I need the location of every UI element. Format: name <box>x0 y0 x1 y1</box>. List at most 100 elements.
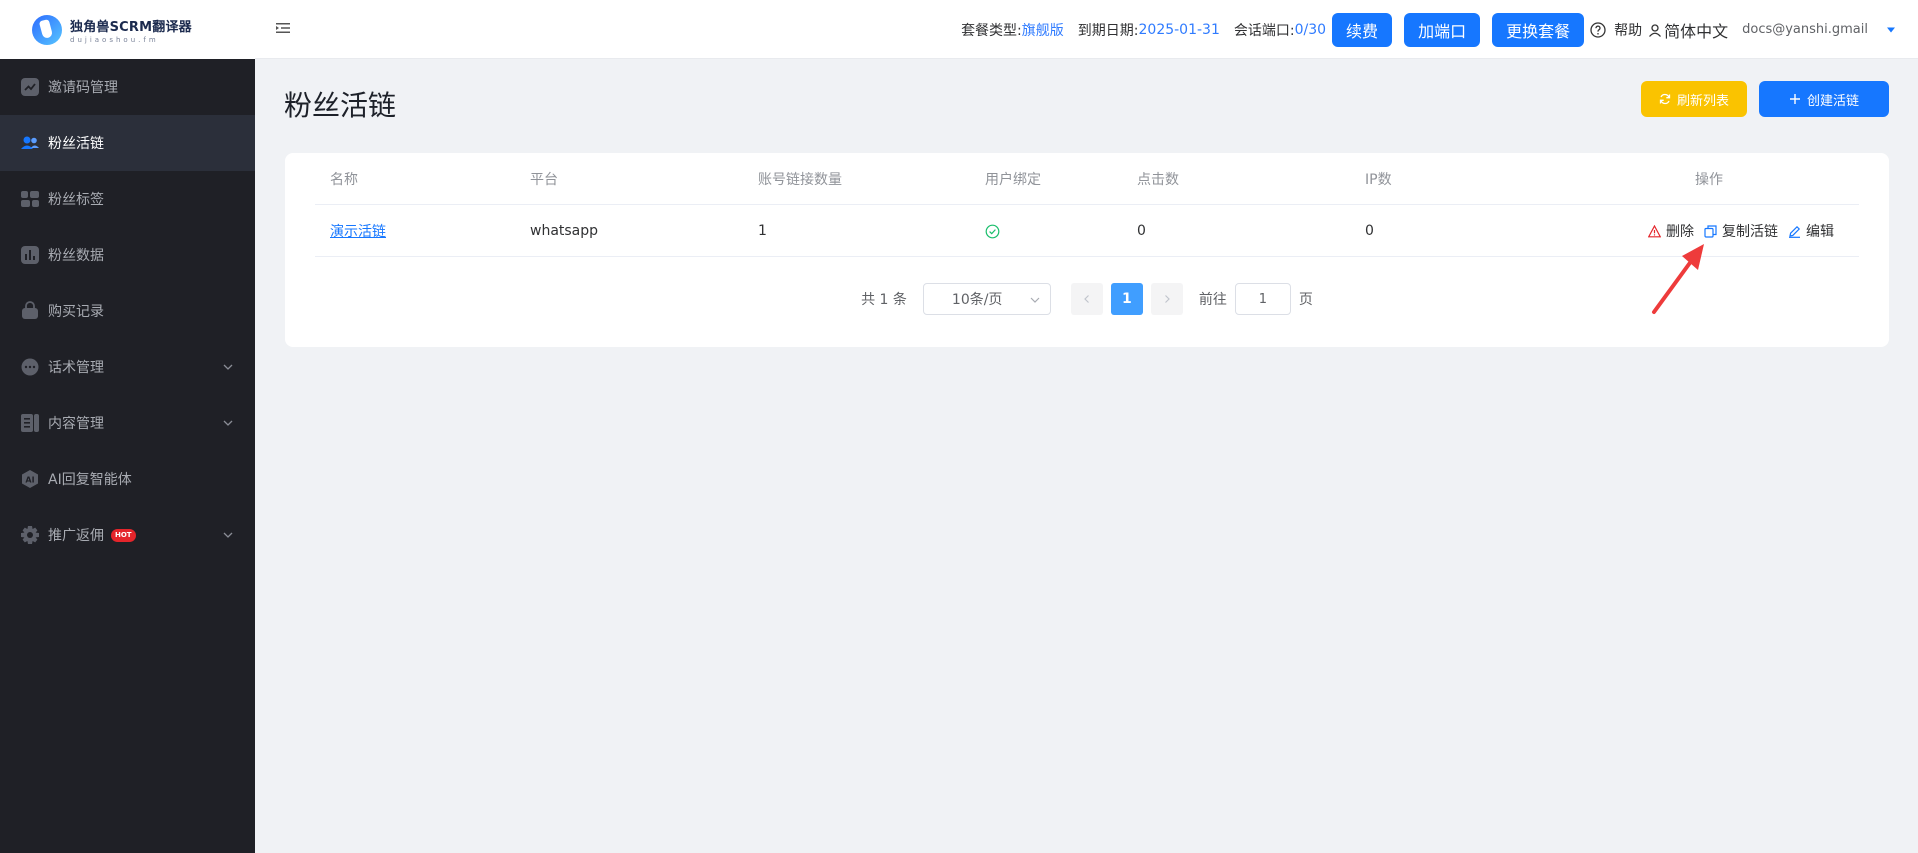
svg-text:AI: AI <box>25 476 34 485</box>
change-plan-button[interactable]: 更换套餐 <box>1492 12 1585 47</box>
chevron-left-icon <box>1084 295 1089 303</box>
brand-title: 独角兽SCRM翻译器 <box>70 19 192 35</box>
chart-trend-icon <box>20 77 40 97</box>
account-links-cell: 1 <box>758 223 767 239</box>
sidebar-item-fan-links[interactable]: 粉丝活链 <box>0 115 255 171</box>
column-header-account-links: 账号链接数量 <box>758 172 842 188</box>
column-header-actions: 操作 <box>1695 172 1723 188</box>
chevron-right-icon <box>1164 295 1170 303</box>
goto-page-input[interactable] <box>1234 283 1291 315</box>
sidebar-item-label: AI回复智能体 <box>48 472 132 488</box>
sidebar-item-label: 内容管理 <box>48 416 104 432</box>
plan-type-label: 套餐类型: <box>961 22 1022 39</box>
ips-cell: 0 <box>1365 223 1374 239</box>
clicks-cell: 0 <box>1137 223 1146 239</box>
language-selector[interactable]: 简体中文 <box>1648 18 1728 42</box>
sidebar-item-scripts[interactable]: 话术管理 <box>0 339 255 395</box>
sidebar-item-label: 推广返佣 <box>48 528 104 544</box>
edit-label: 编辑 <box>1806 224 1834 240</box>
sidebar-item-label: 粉丝数据 <box>48 248 104 264</box>
warning-icon <box>1648 224 1661 237</box>
column-header-clicks: 点击数 <box>1137 172 1179 188</box>
sidebar-item-label: 邀请码管理 <box>48 80 118 96</box>
copy-icon <box>1704 224 1717 238</box>
sidebar-item-fan-data[interactable]: 粉丝数据 <box>0 227 255 283</box>
tag-icon <box>20 189 40 209</box>
session-ports-label: 会话端口: <box>1233 22 1295 39</box>
page-size-value: 10条/页 <box>951 292 1003 308</box>
goto-label: 前往 <box>1198 292 1227 308</box>
plus-icon <box>1789 94 1800 104</box>
table-header: 名称 平台 账号链接数量 用户绑定 点击数 IP数 操作 <box>315 153 1859 205</box>
annotation-arrow-icon <box>1652 244 1704 314</box>
sidebar-item-invite-codes[interactable]: 邀请码管理 <box>0 59 255 115</box>
chat-icon <box>20 357 40 377</box>
bar-chart-icon <box>20 245 40 265</box>
refresh-list-button[interactable]: 刷新列表 <box>1641 81 1747 117</box>
user-email[interactable]: docs@yanshi.gmail <box>1742 22 1868 37</box>
edit-button[interactable]: 编辑 <box>1788 221 1834 241</box>
delete-button[interactable]: 删除 <box>1648 221 1694 241</box>
unicorn-logo-icon <box>32 14 62 45</box>
create-link-button[interactable]: 创建活链 <box>1759 81 1889 117</box>
help-link[interactable]: 帮助 <box>1590 20 1642 40</box>
edit-icon <box>1789 225 1801 238</box>
sidebar-item-label: 粉丝标签 <box>48 192 104 208</box>
next-page-button[interactable] <box>1150 283 1183 315</box>
header-actions: 套餐类型: 旗舰版 到期日期: 2025-01-31 会话端口: 0/30 续费… <box>961 0 1918 59</box>
question-circle-icon <box>1590 21 1606 38</box>
chevron-down-icon <box>223 532 233 538</box>
pagination-total: 共 1 条 <box>861 292 907 308</box>
add-port-button[interactable]: 加端口 <box>1404 12 1481 47</box>
sidebar-item-label: 粉丝活链 <box>48 136 104 152</box>
shopping-bag-icon <box>20 301 40 321</box>
copy-link-label: 复制活链 <box>1722 224 1778 240</box>
table-row: 演示活链 whatsapp 1 0 0 删除 复制活链 编辑 <box>315 205 1859 257</box>
page-unit-label: 页 <box>1298 292 1313 308</box>
platform-cell: whatsapp <box>530 223 599 239</box>
page-size-select[interactable]: 10条/页 <box>922 283 1051 315</box>
plan-type-value: 旗舰版 <box>1021 22 1064 39</box>
brand-subtitle: dujiaoshou.fm <box>70 35 159 44</box>
column-header-platform: 平台 <box>530 172 558 188</box>
gear-icon <box>20 525 40 545</box>
users-icon <box>20 133 40 153</box>
document-icon <box>20 413 40 433</box>
expiry-date-value: 2025-01-31 <box>1138 21 1220 38</box>
sidebar-item-label: 话术管理 <box>48 360 104 376</box>
sidebar: 独角兽SCRM翻译器 dujiaoshou.fm 邀请码管理 粉丝活链 粉丝标签 <box>0 0 255 853</box>
sidebar-item-label: 购买记录 <box>48 304 104 320</box>
refresh-icon <box>1659 93 1671 105</box>
caret-down-icon[interactable] <box>1886 25 1896 35</box>
sidebar-item-referral[interactable]: 推广返佣 HOT <box>0 507 255 563</box>
top-header: 套餐类型: 旗舰版 到期日期: 2025-01-31 会话端口: 0/30 续费… <box>255 0 1918 59</box>
menu-collapse-icon[interactable] <box>275 20 291 36</box>
sidebar-item-fan-tags[interactable]: 粉丝标签 <box>0 171 255 227</box>
ai-icon: AI <box>20 469 40 489</box>
sidebar-menu: 邀请码管理 粉丝活链 粉丝标签 粉丝数据 购买记录 话术管理 内容管理 AI A… <box>0 59 255 563</box>
sidebar-item-ai-agent[interactable]: AI AI回复智能体 <box>0 451 255 507</box>
chevron-down-icon <box>1030 297 1040 303</box>
column-header-name: 名称 <box>330 172 358 188</box>
page-title: 粉丝活链 <box>284 89 397 122</box>
page-number-current[interactable]: 1 <box>1110 283 1143 315</box>
help-label: 帮助 <box>1614 22 1643 39</box>
prev-page-button[interactable] <box>1070 283 1103 315</box>
renew-button[interactable]: 续费 <box>1332 12 1393 47</box>
sidebar-item-content[interactable]: 内容管理 <box>0 395 255 451</box>
column-header-user-bound: 用户绑定 <box>985 172 1041 188</box>
copy-link-button[interactable]: 复制活链 <box>1704 221 1778 241</box>
brand-logo[interactable]: 独角兽SCRM翻译器 dujiaoshou.fm <box>0 0 255 59</box>
link-name-link[interactable]: 演示活链 <box>330 221 386 241</box>
sidebar-item-purchase-records[interactable]: 购买记录 <box>0 283 255 339</box>
fan-links-table: 名称 平台 账号链接数量 用户绑定 点击数 IP数 操作 演示活链 whatsa… <box>315 153 1859 257</box>
chevron-down-icon <box>223 364 233 370</box>
delete-label: 删除 <box>1666 224 1694 240</box>
check-circle-icon <box>985 224 1000 238</box>
person-icon <box>1649 23 1662 37</box>
create-link-label: 创建活链 <box>1806 93 1859 109</box>
chevron-down-icon <box>223 420 233 426</box>
session-ports-value: 0/30 <box>1294 21 1327 38</box>
expiry-date-label: 到期日期: <box>1077 22 1139 39</box>
language-label: 简体中文 <box>1664 21 1729 41</box>
